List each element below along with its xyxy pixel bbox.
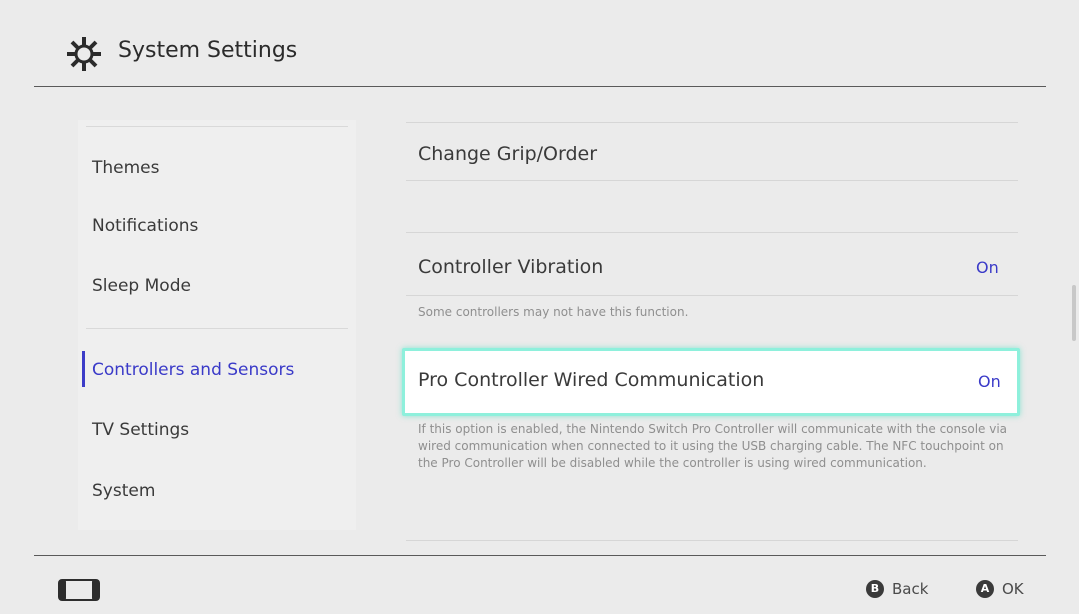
footer-divider	[34, 555, 1046, 556]
a-button-icon: A	[976, 580, 994, 598]
row-divider	[406, 232, 1018, 233]
controller-vibration-description: Some controllers may not have this funct…	[418, 305, 689, 319]
sidebar-divider	[86, 126, 348, 127]
pro-controller-wired-communication-row[interactable]: Pro Controller Wired Communication	[418, 369, 764, 391]
console-icon	[58, 579, 100, 601]
scrollbar[interactable]	[1072, 285, 1076, 341]
header-bar: System Settings	[0, 0, 1079, 88]
controller-vibration-value: On	[976, 258, 999, 277]
back-label: Back	[892, 580, 929, 598]
back-button[interactable]: B Back	[866, 580, 928, 598]
sidebar-item-tv-settings[interactable]: TV Settings	[92, 420, 189, 440]
change-grip-order-row[interactable]: Change Grip/Order	[418, 143, 597, 165]
sidebar-item-notifications[interactable]: Notifications	[92, 216, 198, 236]
sidebar-item-system[interactable]: System	[92, 481, 155, 501]
sidebar-item-controllers-and-sensors[interactable]: Controllers and Sensors	[92, 360, 294, 380]
b-button-icon: B	[866, 580, 884, 598]
controller-vibration-row[interactable]: Controller Vibration	[418, 256, 603, 278]
page-title: System Settings	[118, 38, 298, 63]
pro-controller-wired-communication-value: On	[978, 372, 1001, 391]
sidebar-item-themes[interactable]: Themes	[92, 158, 160, 178]
ok-label: OK	[1002, 580, 1024, 598]
sidebar	[78, 120, 356, 530]
gear-icon	[67, 37, 101, 71]
active-indicator	[82, 351, 85, 387]
row-divider	[406, 295, 1018, 296]
sidebar-divider	[86, 328, 348, 329]
row-divider	[406, 180, 1018, 181]
header-divider	[34, 86, 1046, 87]
sidebar-item-sleep-mode[interactable]: Sleep Mode	[92, 276, 191, 296]
row-divider	[406, 540, 1018, 541]
ok-button[interactable]: A OK	[976, 580, 1024, 598]
row-divider	[406, 122, 1018, 123]
pro-controller-wired-communication-description: If this option is enabled, the Nintendo …	[418, 422, 1008, 470]
